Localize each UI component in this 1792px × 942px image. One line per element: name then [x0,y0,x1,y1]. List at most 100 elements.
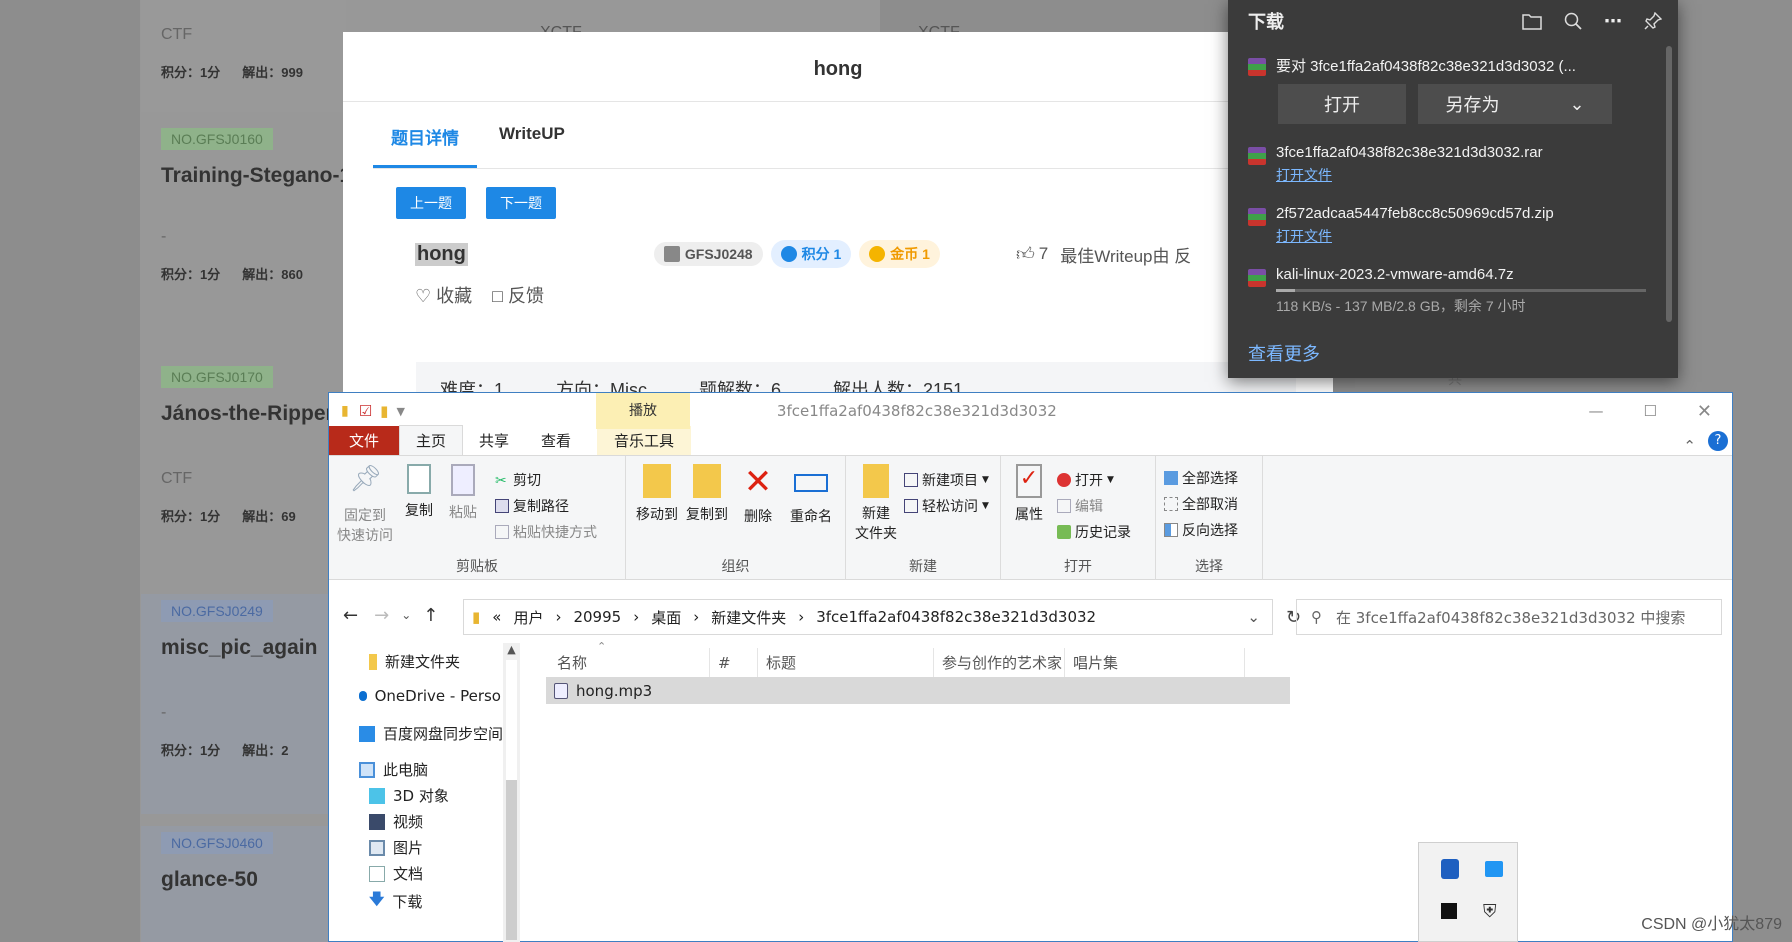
nav-item[interactable]: 视频 [369,811,423,832]
download-item[interactable]: kali-linux-2023.2-vmware-amd64.7z 118 KB… [1248,266,1646,316]
nav-item[interactable]: 百度网盘同步空间 [359,723,503,744]
feedback-button[interactable]: □ 反馈 [492,282,544,308]
search-box[interactable]: ⚲ 在 3fce1ffa2af0438f82c38e321d3d3032 中搜索 [1296,599,1722,635]
pin-quick-access-button[interactable]: 📌︎ 固定到 快速访问 [335,464,395,546]
edit-button[interactable]: 编辑 [1057,496,1103,516]
open-file-link[interactable]: 打开文件 [1276,165,1543,185]
minimize-icon[interactable]: — [1588,402,1603,420]
cut-button[interactable]: ✂ 剪切 [495,470,541,490]
download-item[interactable]: 2f572adcaa5447feb8cc8c50969cd57d.zip 打开文件 [1248,205,1554,246]
fav-button[interactable]: ♡ 收藏 [415,282,472,308]
search-icon[interactable] [1564,12,1582,30]
app-icon[interactable] [1441,903,1457,919]
challenge-card[interactable]: NO.GFSJ0170 János-the-Ripper CTF 积分：1分 解出… [141,360,346,580]
collapse-ribbon-icon[interactable]: ⌃ [1683,437,1696,455]
new-folder-button[interactable]: 新建 文件夹 [854,464,898,544]
copy-button[interactable]: 复制 [399,464,439,520]
paste-shortcut-button[interactable]: 粘贴快捷方式 [495,522,597,542]
close-icon[interactable]: ✕ [1697,401,1712,422]
challenge-card[interactable]: NO.GFSJ0160 Training-Stegano-1 - 积分：1分 解出… [141,122,346,340]
col-artist[interactable]: 参与创作的艺术家 [934,648,1065,678]
breadcrumb-newfolder[interactable]: 新建文件夹 [711,607,786,628]
breadcrumb-users[interactable]: 用户 [513,607,543,628]
more-icon[interactable]: ⋯ [1604,11,1622,32]
new-item-button[interactable]: 新建项目 ▼ [904,470,989,490]
nav-scrollbar[interactable]: ▲ [503,643,520,942]
nav-item[interactable]: 3D 对象 [369,785,449,806]
col-name[interactable]: 名称 [549,648,710,678]
copy-path-button[interactable]: 复制路径 [495,496,569,516]
challenge-card[interactable]: NO.GFSJ0249 misc_pic_again - 积分：1分 解出：2 [141,594,346,814]
id-badge: GFSJ0248 [653,242,763,266]
pin-icon[interactable] [1644,12,1662,30]
defender-icon[interactable] [1441,859,1459,879]
path-box[interactable]: ▮ « 用户 › 20995 › 桌面 › 新建文件夹 › 3fce1ffa2af043… [463,599,1273,635]
invert-selection-button[interactable]: 反向选择 [1164,520,1238,540]
search-input[interactable]: 在 3fce1ffa2af0438f82c38e321d3d3032 中搜索 [1336,607,1685,628]
file-name[interactable]: hong.mp3 [576,682,652,700]
copy-to-button[interactable]: 复制到 [684,464,730,524]
up-icon[interactable]: ↑ [423,605,438,626]
paste-button[interactable]: 粘贴 [443,464,483,522]
qat-dropdown-icon[interactable]: ▼ [396,405,404,418]
open-button[interactable]: 打开 [1278,84,1406,124]
challenge-card[interactable]: NO.GFSJ0460 glance-50 [141,826,346,942]
new-folder-icon[interactable]: ▮ [380,402,388,420]
tab-file[interactable]: 文件 [329,426,400,455]
folder-icon: ▮ [341,403,349,419]
easy-access-button[interactable]: 轻松访问 ▼ [904,496,989,516]
cube-icon [369,787,385,804]
nav-item[interactable]: 图片 [369,837,423,858]
rename-button[interactable]: 重命名 [786,464,836,526]
scissors-icon: ✂ [495,473,507,489]
recent-icon[interactable]: ⌄ [401,608,411,622]
open-file-link[interactable]: 打开文件 [1276,226,1554,246]
folder-icon [369,653,377,670]
file-row[interactable]: hong.mp3 [546,677,1290,704]
tab-share[interactable]: 共享 [463,426,525,455]
challenge-title: János-the-Ripper [161,402,334,425]
folder-icon[interactable] [1522,12,1542,30]
maximize-icon[interactable]: ☐ [1643,402,1656,420]
nav-item[interactable]: 此电脑 [359,759,428,780]
tab-details[interactable]: 题目详情 [373,124,477,168]
open-button[interactable]: 打开 ▼ [1057,470,1114,490]
see-more-link[interactable]: 查看更多 [1248,340,1320,366]
prev-button[interactable]: 上一题 [396,187,466,219]
breadcrumb-current[interactable]: 3fce1ffa2af0438f82c38e321d3d3032 [816,608,1096,626]
col-title[interactable]: 标题 [758,648,934,678]
rename-icon [794,474,828,492]
nav-item[interactable]: OneDrive - Perso [359,687,501,705]
forward-icon[interactable]: → [374,605,389,626]
teamviewer-icon[interactable] [1485,861,1503,877]
back-icon[interactable]: ← [343,605,358,626]
delete-button[interactable]: ✕ 删除 [738,464,778,526]
tab-view[interactable]: 查看 [525,426,587,455]
properties-button[interactable]: ✓ 属性 [1009,464,1049,524]
saveas-button[interactable]: 另存为 ⌄ [1418,84,1612,124]
breadcrumb-desktop[interactable]: 桌面 [651,607,681,628]
nav-item[interactable]: 新建文件夹 [369,651,460,672]
best-writeup[interactable]: 最佳Writeup由 反 [1060,242,1191,267]
select-all-button[interactable]: 全部选择 [1164,468,1238,488]
select-none-button[interactable]: 全部取消 [1164,494,1238,514]
download-item[interactable]: 3fce1ffa2af0438f82c38e321d3d3032.rar 打开文件 [1248,144,1543,185]
nav-item[interactable]: 文档 [369,863,423,884]
breadcrumb-user[interactable]: 20995 [573,608,621,626]
challenge-card[interactable]: CTF 积分：1分 解出：999 [141,0,346,112]
history-button[interactable]: 历史记录 [1057,522,1131,542]
tab-home[interactable]: 主页 [399,425,464,455]
next-button[interactable]: 下一题 [486,187,556,219]
move-to-button[interactable]: 移动到 [634,464,680,524]
properties-icon[interactable]: ☑ [359,402,372,420]
shield-icon[interactable]: ⛨ [1483,901,1497,922]
help-icon[interactable]: ? [1708,431,1728,451]
tab-writeup[interactable]: WriteUP [481,124,583,168]
col-number[interactable]: # [710,648,758,678]
col-album[interactable]: 唱片集 [1065,648,1245,678]
flyout-scrollbar[interactable] [1666,46,1672,322]
like-icon[interactable]: 👍︎ [1016,243,1035,265]
tab-music-tools[interactable]: 音乐工具 [597,426,692,455]
nav-item[interactable]: 🡇︎ 下载 [369,889,422,914]
chevron-down-icon[interactable]: ⌄ [1247,608,1260,626]
